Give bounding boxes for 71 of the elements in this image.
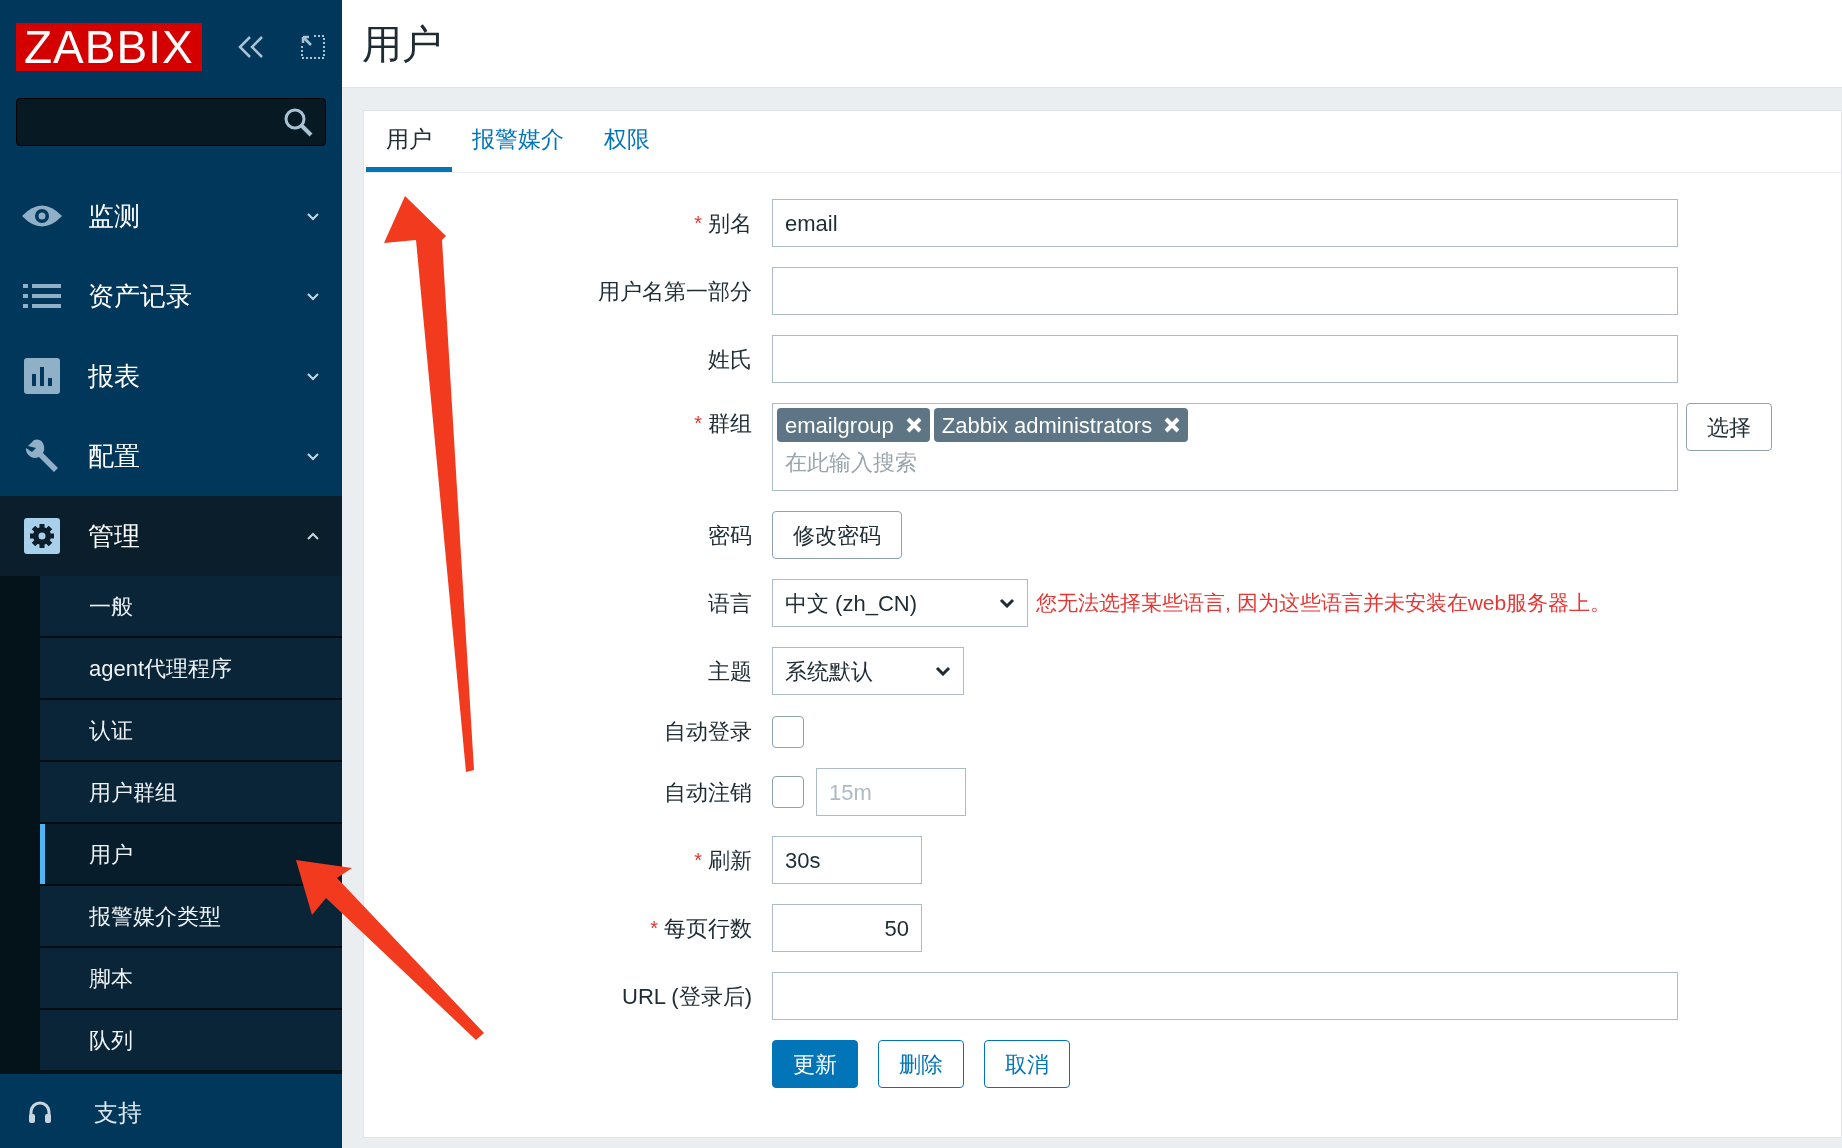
search-placeholder: 在此输入搜索 [784,449,918,477]
group-tag: emailgroup [777,408,930,442]
submenu-item[interactable]: 用户 [40,824,342,884]
form-button[interactable]: 删除 [878,1040,964,1088]
form-button[interactable]: 取消 [984,1040,1070,1088]
required-mark: * [650,916,658,941]
menu-item[interactable]: 资产记录 [0,256,342,336]
submenu-item[interactable]: 一般 [40,576,342,636]
tab[interactable]: 用户 [366,111,452,172]
support-link[interactable]: 支持 [0,1078,342,1148]
page-title: 用户 [362,20,442,68]
dropdown[interactable]: 系统默认 [772,647,964,695]
text-field[interactable] [772,267,1678,315]
required-mark: * [694,211,702,236]
chevron-icon [306,211,320,221]
text-field[interactable]: email [772,199,1678,247]
field-label: URL (登录后) [622,982,752,1011]
warning-text: 您无法选择某些语言, 因为这些语言并未安装在web服务器上。 [1036,590,1612,617]
caret-icon [999,598,1015,608]
menu-item[interactable]: 报表 [0,336,342,416]
submenu-item[interactable]: 脚本 [40,948,342,1008]
logo[interactable]: ZABBIX [16,23,202,71]
chevron-icon [306,531,320,541]
text-field[interactable] [772,335,1678,383]
list-icon [23,282,61,310]
menu-item[interactable]: 监测 [0,176,342,256]
caret-icon [935,666,951,676]
field-label: 刷新 [708,846,752,875]
change-password-button[interactable]: 修改密码 [772,511,902,559]
required-mark: * [694,848,702,873]
number-field[interactable]: 50 [772,904,922,952]
gear-icon [24,518,60,554]
field-label: 密码 [708,521,752,550]
group-tag: Zabbix administrators [933,408,1189,442]
text-field[interactable]: 30s [772,836,922,884]
bar-chart-icon [24,358,60,394]
submenu-item[interactable]: 用户群组 [40,762,342,822]
headset-icon [28,1100,52,1126]
chevron-icon [306,371,320,381]
submenu-item[interactable]: 报警媒介类型 [40,886,342,946]
field-label: 群组 [708,409,752,438]
form-button[interactable]: 更新 [772,1040,858,1088]
chevron-icon [306,291,320,301]
search-field[interactable] [16,98,326,146]
required-mark: * [694,411,702,436]
menu-item[interactable]: 配置 [0,416,342,496]
group-multiselect[interactable]: emailgroup Zabbix administrators 在此输入搜索 [772,403,1678,491]
field-label: 语言 [708,589,752,618]
wrench-icon [24,438,60,474]
remove-icon[interactable] [1164,417,1181,433]
tab[interactable]: 权限 [584,111,670,172]
dropdown[interactable]: 中文 (zh_CN) [772,579,1028,627]
field-label: 主题 [708,657,752,686]
submenu-item[interactable]: 认证 [40,700,342,760]
field-label: 用户名第一部分 [598,277,752,306]
search-icon [283,107,313,137]
tab[interactable]: 报警媒介 [452,111,584,172]
text-field[interactable] [772,972,1678,1020]
remove-icon[interactable] [905,417,922,433]
field-label: 每页行数 [664,914,752,943]
field-label: 姓氏 [708,345,752,374]
select-button[interactable]: 选择 [1686,403,1772,451]
submenu-item[interactable]: agent代理程序 [40,638,342,698]
field-label: 自动注销 [664,778,752,807]
chevron-icon [306,451,320,461]
field-label: 自动登录 [664,718,752,746]
checkbox[interactable] [772,715,804,748]
field-label: 别名 [708,209,752,238]
submenu-item[interactable]: 队列 [40,1010,342,1070]
fullscreen-icon[interactable] [299,34,326,60]
menu-item[interactable]: 管理 [0,496,342,576]
